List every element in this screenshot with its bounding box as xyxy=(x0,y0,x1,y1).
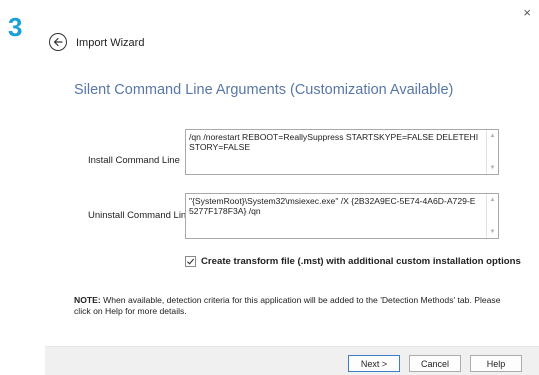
screen: 3 × Import Wizard Silent Command Line Ar… xyxy=(0,0,539,375)
transform-checkbox-label[interactable]: Create transform file (.mst) with additi… xyxy=(201,256,521,267)
checkmark-icon xyxy=(187,258,195,265)
back-button[interactable] xyxy=(49,33,67,51)
scroll-down-icon[interactable]: ▼ xyxy=(487,229,498,235)
uninstall-command-line-field[interactable]: "{SystemRoot}\System32\msiexec.exe" /X {… xyxy=(185,193,499,239)
note-text: When available, detection criteria for t… xyxy=(74,295,501,316)
transform-checkbox[interactable] xyxy=(185,256,196,267)
detection-note: NOTE: When available, detection criteria… xyxy=(74,295,514,317)
arrow-left-icon xyxy=(53,37,63,47)
install-command-line-label: Install Command Line xyxy=(88,155,180,166)
note-prefix: NOTE: xyxy=(74,295,101,305)
import-wizard-dialog: × Import Wizard Silent Command Line Argu… xyxy=(45,0,539,375)
uninstall-command-line-label: Uninstall Command Line xyxy=(88,210,192,221)
install-field-scrollbar[interactable]: ▲ ▼ xyxy=(486,130,498,174)
install-command-line-value: /qn /norestart REBOOT=ReallySuppress STA… xyxy=(189,132,479,152)
dialog-footer: Next > Cancel Help xyxy=(45,346,539,375)
uninstall-field-scrollbar[interactable]: ▲ ▼ xyxy=(486,194,498,238)
help-button[interactable]: Help xyxy=(470,355,522,372)
install-command-line-field[interactable]: /qn /norestart REBOOT=ReallySuppress STA… xyxy=(185,129,499,175)
scroll-up-icon[interactable]: ▲ xyxy=(487,133,498,139)
page-heading: Silent Command Line Arguments (Customiza… xyxy=(74,82,454,98)
close-button[interactable]: × xyxy=(523,6,531,19)
uninstall-command-line-value: "{SystemRoot}\System32\msiexec.exe" /X {… xyxy=(189,196,476,216)
scroll-down-icon[interactable]: ▼ xyxy=(487,165,498,171)
step-number: 3 xyxy=(8,12,23,42)
transform-option[interactable]: Create transform file (.mst) with additi… xyxy=(185,256,521,267)
wizard-title: Import Wizard xyxy=(76,37,145,49)
cancel-button[interactable]: Cancel xyxy=(409,355,461,372)
scroll-up-icon[interactable]: ▲ xyxy=(487,197,498,203)
next-button[interactable]: Next > xyxy=(348,355,400,372)
